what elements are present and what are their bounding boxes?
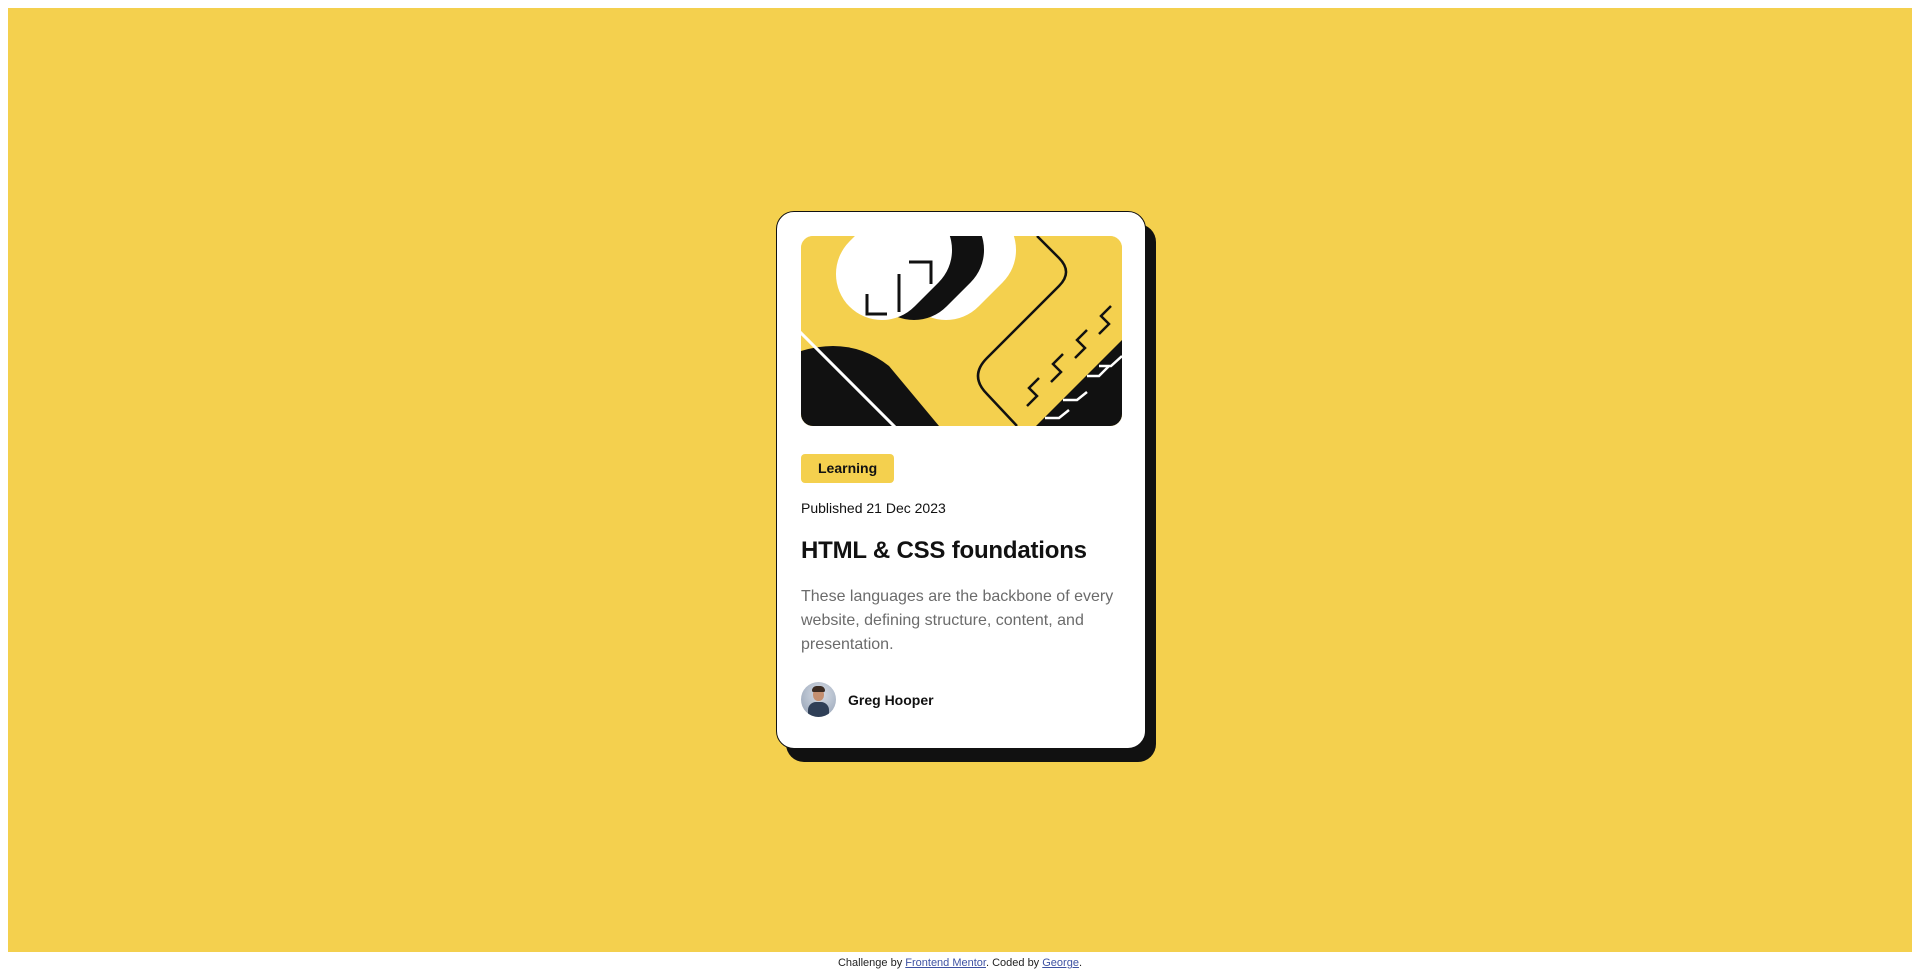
blog-preview-card[interactable]: Learning Published 21 Dec 2023 HTML & CS…: [776, 211, 1146, 749]
author-link[interactable]: George: [1042, 957, 1079, 969]
footer-middle: . Coded by: [985, 957, 1043, 969]
page-background: Learning Published 21 Dec 2023 HTML & CS…: [8, 8, 1912, 952]
abstract-illustration-icon: [801, 236, 1122, 426]
card-title[interactable]: HTML & CSS foundations: [801, 537, 1121, 565]
footer-prefix: Challenge by: [837, 957, 906, 969]
published-date: Published 21 Dec 2023: [801, 500, 946, 516]
frontend-mentor-link[interactable]: Frontend Mentor: [905, 957, 986, 969]
card-description: These languages are the backbone of ever…: [801, 588, 1114, 653]
author-name: Greg Hooper: [848, 691, 934, 708]
author-avatar-icon: [801, 682, 836, 717]
footer-suffix: .: [1078, 957, 1083, 969]
hero-illustration: [801, 236, 1122, 426]
category-tag: Learning: [801, 454, 895, 483]
author: Greg Hooper: [801, 682, 1121, 717]
attribution-footer: Challenge by Frontend Mentor. Coded by G…: [0, 952, 1920, 974]
